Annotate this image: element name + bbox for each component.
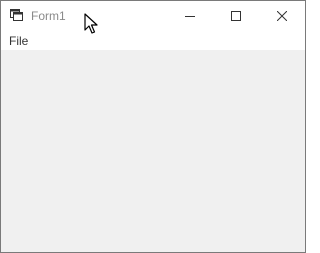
maximize-button[interactable] bbox=[213, 1, 259, 32]
minimize-button[interactable] bbox=[167, 1, 213, 32]
mouse-cursor-icon bbox=[84, 13, 98, 35]
minimize-icon bbox=[185, 16, 195, 17]
form-client-area[interactable] bbox=[1, 50, 305, 252]
form-window-icon[interactable] bbox=[10, 9, 24, 22]
menu-bar: File bbox=[1, 32, 305, 50]
title-bar[interactable]: Form1 bbox=[1, 1, 305, 32]
menu-item-file[interactable]: File bbox=[8, 34, 29, 49]
window-title: Form1 bbox=[31, 9, 66, 23]
close-button[interactable] bbox=[259, 1, 305, 32]
form-window: Form1 File bbox=[0, 0, 306, 253]
maximize-icon bbox=[231, 11, 241, 21]
close-icon bbox=[277, 11, 287, 21]
